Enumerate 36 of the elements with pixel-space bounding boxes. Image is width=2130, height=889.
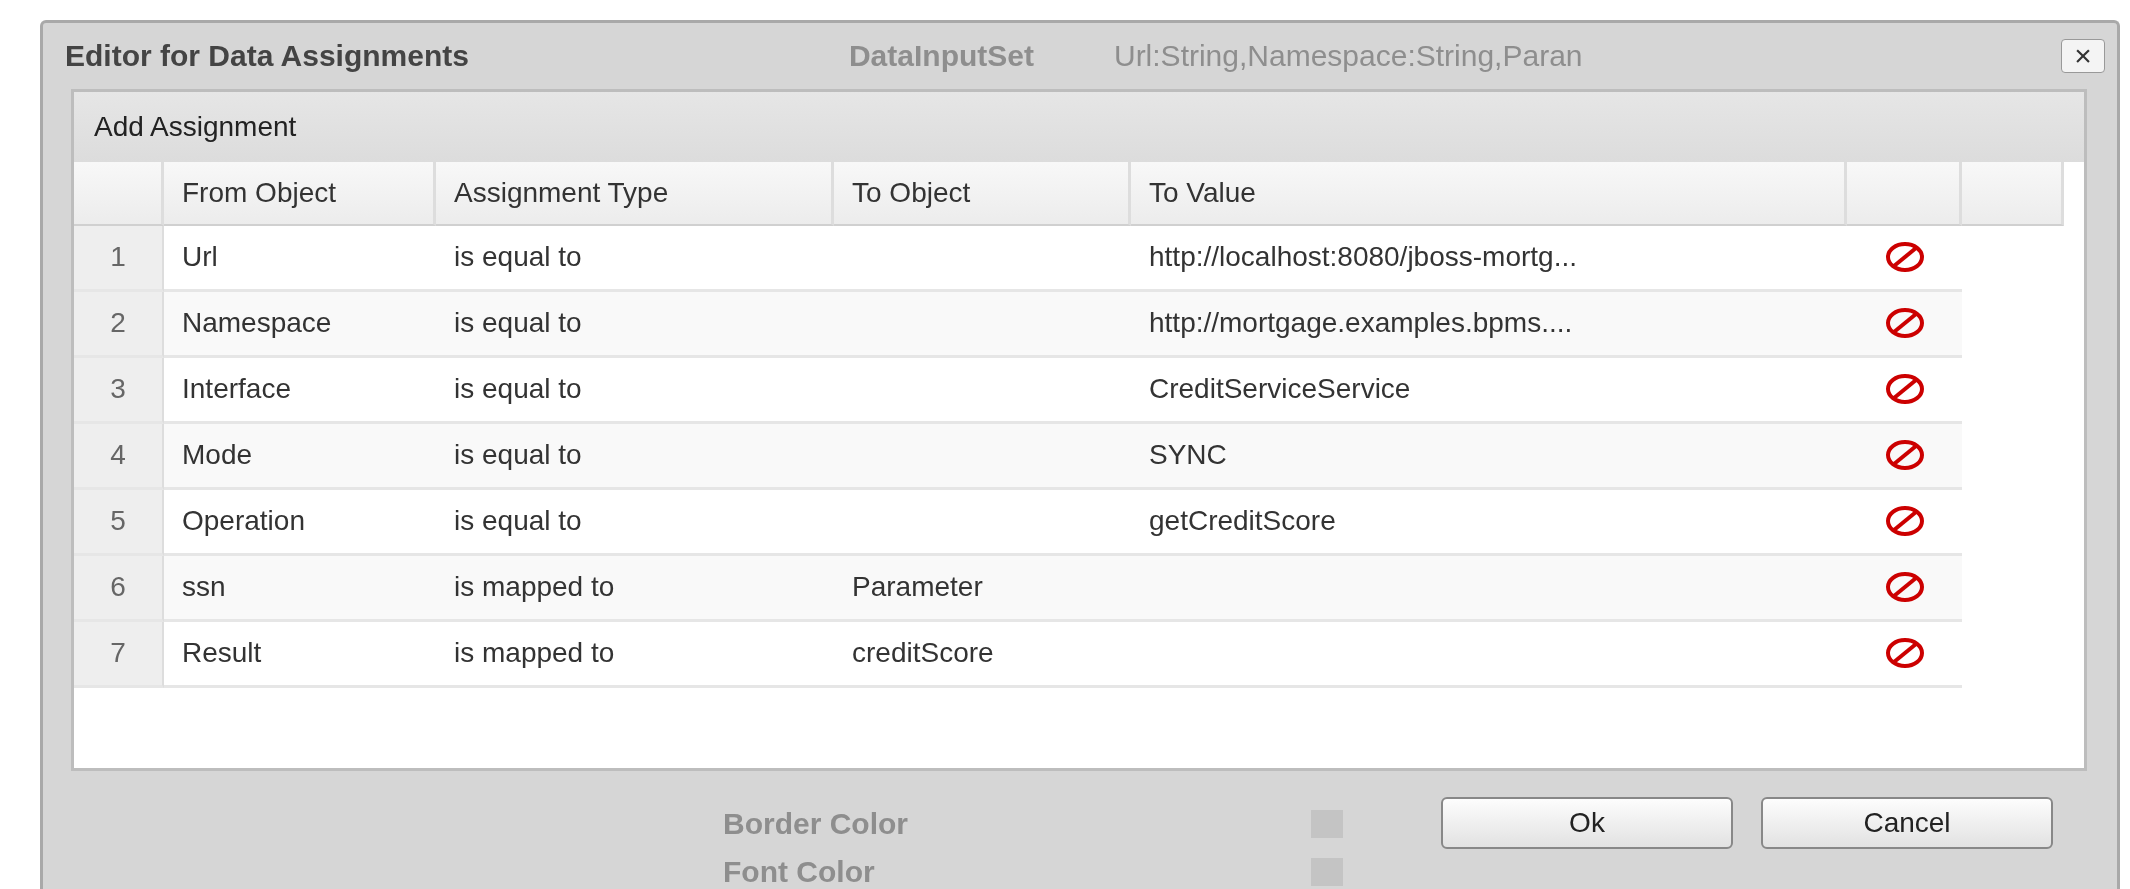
delete-icon[interactable] [1884, 439, 1925, 472]
row-number: 2 [74, 291, 164, 358]
column-header[interactable]: To Value [1131, 161, 1847, 226]
close-button[interactable]: × [2061, 38, 2105, 73]
column-header[interactable]: From Object [164, 161, 436, 226]
panel-title: Add Assignment [94, 110, 297, 143]
delete-icon[interactable] [1884, 637, 1925, 670]
table-cell: Mode [164, 423, 436, 490]
row-number: 4 [74, 423, 164, 490]
table-cell: Namespace [164, 291, 436, 358]
cancel-button[interactable]: Cancel [1761, 797, 2053, 849]
row-number: 5 [74, 489, 164, 556]
delete-icon[interactable] [1884, 571, 1925, 604]
table-cell: is mapped to [436, 555, 834, 622]
delete-icon[interactable] [1884, 241, 1925, 274]
delete-icon[interactable] [1884, 307, 1925, 340]
row-number: 3 [74, 357, 164, 424]
background-label: Border Color [723, 807, 908, 841]
background-label: Url:String,Namespace:String,Paran [1113, 38, 1583, 73]
table-cell: is equal to [436, 423, 834, 490]
table-cell: http://mortgage.examples.bpms.... [1131, 291, 1847, 358]
ok-button[interactable]: Ok [1441, 797, 1733, 849]
delete-icon[interactable] [1884, 373, 1925, 406]
background-label: Font Color [723, 855, 875, 889]
row-number: 6 [74, 555, 164, 622]
column-header[interactable]: To Object [834, 161, 1131, 226]
background-label: DataInputSet [848, 38, 1034, 73]
row-number: 7 [74, 621, 164, 688]
table-cell: Parameter [834, 555, 1131, 622]
table-cell: ssn [164, 555, 436, 622]
window-title: Editor for Data Assignments [65, 38, 469, 73]
table-cell: is equal to [436, 291, 834, 358]
row-number: 1 [74, 225, 164, 292]
table-cell: SYNC [1131, 423, 1847, 490]
delete-icon[interactable] [1884, 505, 1925, 538]
column-header[interactable]: Assignment Type [436, 161, 834, 226]
